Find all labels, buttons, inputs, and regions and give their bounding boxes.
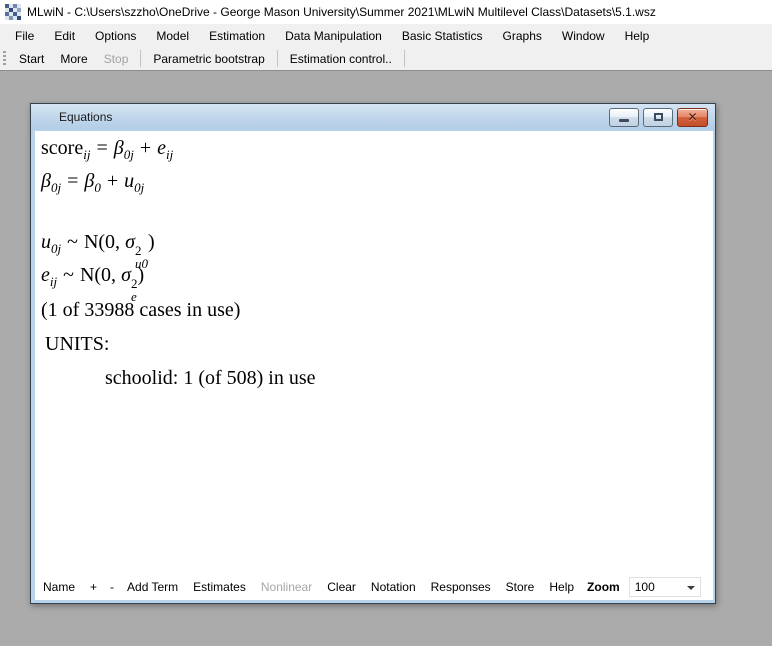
menu-options[interactable]: Options — [85, 26, 146, 46]
units-detail: schoolid: 1 (of 508) in use — [105, 367, 316, 390]
menu-graphs[interactable]: Graphs — [493, 26, 552, 46]
window-title: MLwiN - C:\Users\szzho\OneDrive - George… — [27, 5, 656, 19]
chevron-down-icon — [687, 586, 695, 590]
app-titlebar: MLwiN - C:\Users\szzho\OneDrive - George… — [0, 0, 772, 24]
add-term-button[interactable]: Add Term — [127, 577, 178, 597]
name-button[interactable]: Name — [43, 577, 75, 597]
zoom-dropdown[interactable]: 100 — [629, 577, 701, 597]
toolbar-separator — [277, 50, 278, 67]
parametric-bootstrap-button[interactable]: Parametric bootstrap — [145, 49, 272, 69]
menu-file[interactable]: File — [5, 26, 44, 46]
more-button[interactable]: More — [52, 49, 95, 69]
window-controls: ✕ — [609, 108, 708, 127]
minus-button[interactable]: - — [110, 577, 114, 597]
start-button[interactable]: Start — [11, 49, 52, 69]
mdi-client-area: Equations ✕ scoreij=β0j+eij β0j=β0+u0j u… — [0, 72, 772, 646]
menu-help[interactable]: Help — [615, 26, 660, 46]
mlwin-app-icon — [5, 4, 21, 20]
store-button[interactable]: Store — [506, 577, 535, 597]
units-label: UNITS: — [45, 333, 109, 356]
equations-display-area: scoreij=β0j+eij β0j=β0+u0j u0j~N(0, σ2u0… — [35, 131, 713, 600]
zoom-label: Zoom — [587, 580, 620, 594]
minimize-button[interactable] — [609, 108, 639, 127]
equation-intercept-model[interactable]: β0j=β0+u0j — [41, 170, 144, 193]
plus-button[interactable]: + — [90, 577, 97, 597]
minimize-icon — [619, 119, 629, 122]
cases-in-use-note: (1 of 33988 cases in use) — [41, 299, 240, 322]
toolbar: Start More Stop Parametric bootstrap Est… — [0, 47, 772, 71]
equations-bottom-toolbar: Name + - Add Term Estimates Nonlinear Cl… — [35, 573, 713, 600]
equations-window-titlebar[interactable]: Equations ✕ — [31, 104, 715, 130]
zoom-value: 100 — [635, 580, 655, 594]
help-button[interactable]: Help — [549, 577, 574, 597]
estimates-button[interactable]: Estimates — [193, 577, 246, 597]
menu-data-manipulation[interactable]: Data Manipulation — [275, 26, 392, 46]
responses-button[interactable]: Responses — [431, 577, 491, 597]
equation-response-model[interactable]: scoreij=β0j+eij — [41, 137, 173, 160]
maximize-icon — [654, 113, 663, 121]
menu-basic-statistics[interactable]: Basic Statistics — [392, 26, 493, 46]
close-button[interactable]: ✕ — [677, 108, 708, 127]
notation-button[interactable]: Notation — [371, 577, 416, 597]
equations-window-title: Equations — [59, 110, 112, 124]
menu-window[interactable]: Window — [552, 26, 615, 46]
estimation-control-button[interactable]: Estimation control.. — [282, 49, 400, 69]
close-icon: ✕ — [687, 111, 697, 123]
stop-button[interactable]: Stop — [96, 49, 137, 69]
toolbar-grip-handle[interactable] — [3, 51, 6, 67]
menu-edit[interactable]: Edit — [44, 26, 85, 46]
clear-button[interactable]: Clear — [327, 577, 356, 597]
toolbar-separator — [140, 50, 141, 67]
maximize-button[interactable] — [643, 108, 673, 127]
menu-bar: File Edit Options Model Estimation Data … — [0, 24, 772, 47]
equations-window: Equations ✕ scoreij=β0j+eij β0j=β0+u0j u… — [30, 103, 716, 604]
nonlinear-button[interactable]: Nonlinear — [261, 577, 312, 597]
toolbar-separator — [404, 50, 405, 67]
equation-level1-variance[interactable]: eij~N(0, σ2e) — [41, 264, 144, 303]
menu-estimation[interactable]: Estimation — [199, 26, 275, 46]
menu-model[interactable]: Model — [146, 26, 199, 46]
